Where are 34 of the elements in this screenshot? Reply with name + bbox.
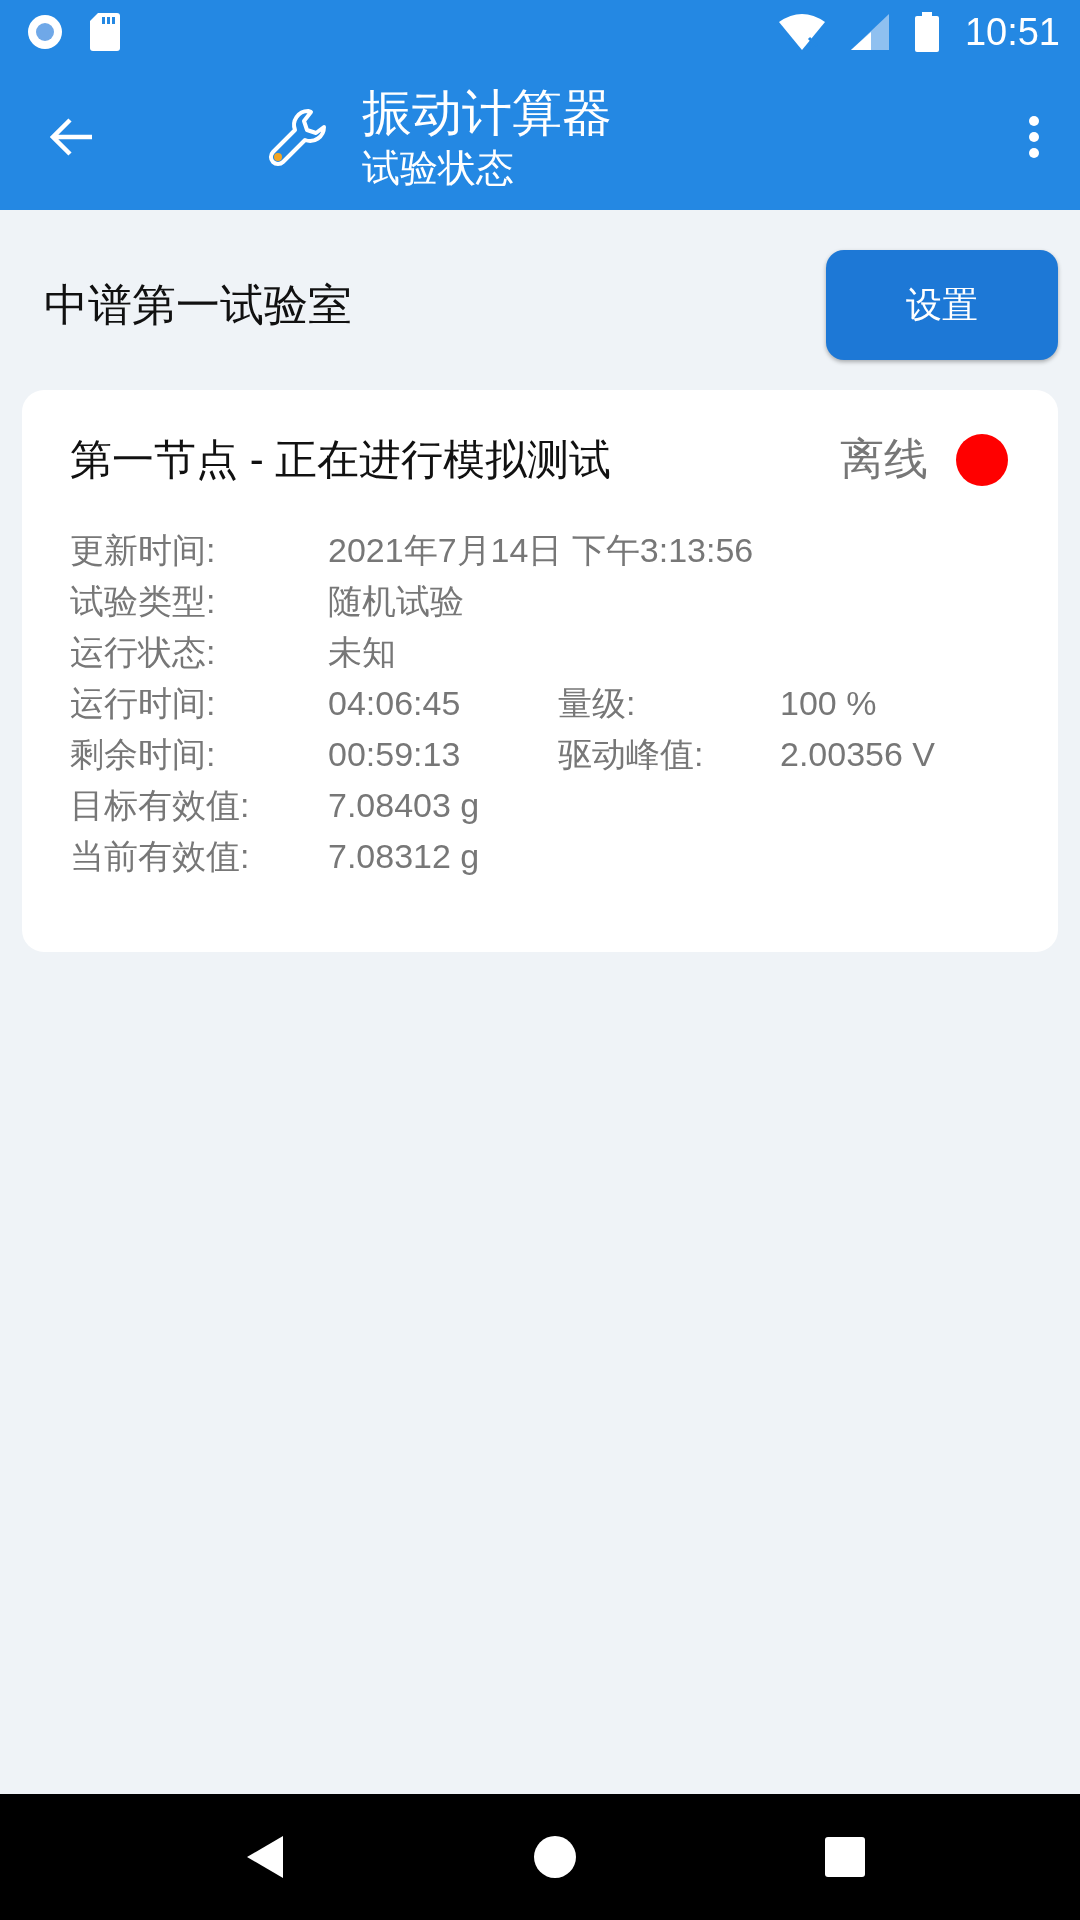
- field-label: 量级:: [558, 683, 637, 724]
- field-label: 试验类型:: [70, 581, 217, 622]
- field-label: 目标有效值:: [70, 785, 251, 826]
- home-nav-icon[interactable]: [534, 1836, 576, 1878]
- field-label: 更新时间:: [70, 530, 217, 571]
- field-value: 未知: [328, 632, 397, 673]
- node-title: 第一节点 - 正在进行模拟测试: [70, 434, 613, 485]
- field-value: 2.00356 V: [780, 734, 937, 775]
- node-status: 离线: [840, 433, 928, 485]
- field-label: 运行状态:: [70, 632, 217, 673]
- back-arrow-icon[interactable]: [50, 117, 94, 157]
- app-title: 振动计算器: [362, 84, 613, 143]
- wifi-off-icon: [778, 14, 825, 50]
- sd-card-icon: [90, 13, 120, 51]
- record-icon: [26, 13, 64, 51]
- field-value: 7.08403 g: [328, 785, 481, 826]
- field-value: 04:06:45: [328, 683, 462, 724]
- app-subtitle: 试验状态: [362, 146, 515, 191]
- clock: 10:51: [964, 10, 1060, 54]
- recents-nav-icon[interactable]: [825, 1837, 866, 1877]
- battery-icon: [914, 12, 939, 52]
- field-value: 00:59:13: [328, 734, 462, 775]
- field-label: 剩余时间:: [70, 734, 217, 775]
- field-value: 100 %: [780, 683, 878, 724]
- field-value: 随机试验: [328, 581, 465, 622]
- field-value: 2021年7月14日 下午3:13:56: [328, 530, 755, 571]
- settings-button[interactable]: 设置: [826, 250, 1058, 360]
- more-menu-icon[interactable]: [1028, 115, 1040, 159]
- signal-icon: [850, 14, 889, 50]
- lab-name: 中谱第一试验室: [44, 278, 352, 331]
- field-label: 运行时间:: [70, 683, 217, 724]
- field-label: 驱动峰值:: [558, 734, 705, 775]
- field-value: 7.08312 g: [328, 836, 481, 877]
- field-label: 当前有效值:: [70, 836, 251, 877]
